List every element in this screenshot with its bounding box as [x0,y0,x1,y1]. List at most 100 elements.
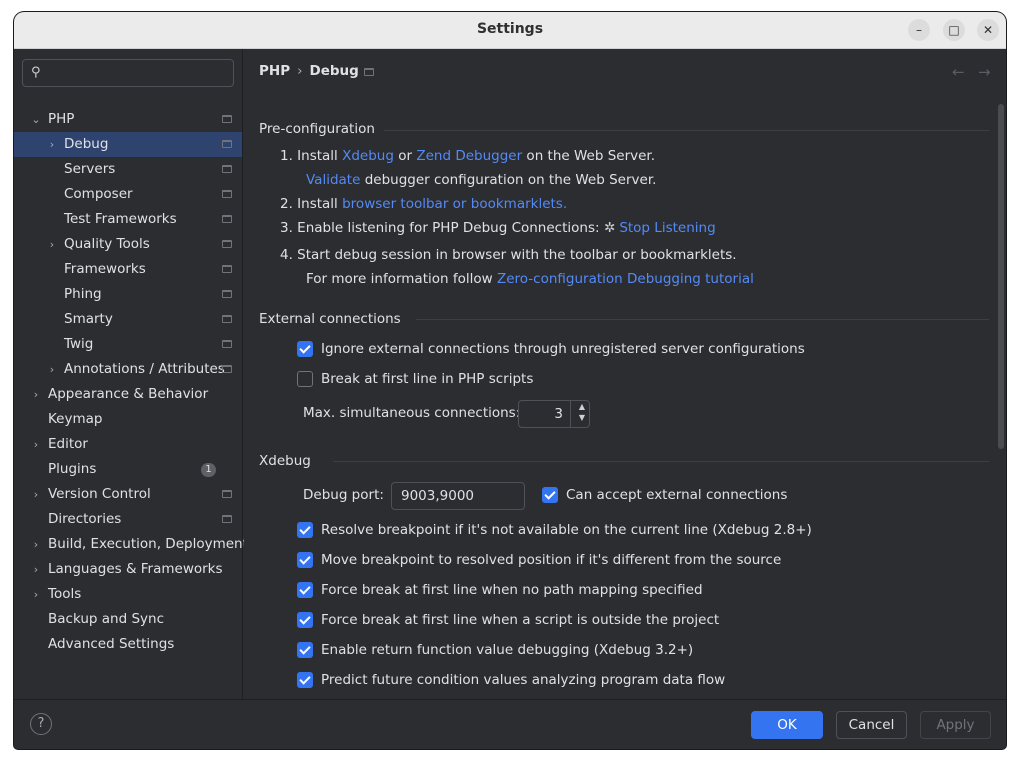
project-level-icon [222,340,232,348]
close-button[interactable]: ✕ [977,19,999,41]
xdebug-option-checkbox[interactable] [297,582,313,598]
section-divider [416,319,989,320]
sidebar-item[interactable]: › Editor [14,432,242,457]
max-connections-value: 3 [554,406,563,422]
chevron-right-icon[interactable]: › [30,382,42,407]
chevron-right-icon[interactable]: › [46,357,58,382]
preconfig-line-1: 1. Install Xdebug or Zend Debugger on th… [280,148,655,164]
project-level-icon [222,315,232,323]
preconfig-line-6: For more information follow Zero-configu… [306,271,754,287]
sidebar-item[interactable]: Frameworks [14,257,242,282]
ignore-external-checkbox[interactable] [297,341,313,357]
browser-toolbar-link[interactable]: browser toolbar or bookmarklets. [342,196,567,212]
search-input[interactable] [51,64,227,82]
project-level-icon [222,290,232,298]
help-button[interactable]: ? [30,713,52,735]
sidebar-item[interactable]: Servers [14,157,242,182]
minimize-button[interactable]: – [908,19,930,41]
zend-debugger-link[interactable]: Zend Debugger [416,148,522,164]
dialog-footer: ? OK Cancel Apply [14,699,1006,749]
chevron-right-icon[interactable]: › [46,132,58,157]
chevron-right-icon[interactable]: › [46,232,58,257]
sidebar-item-label: Composer [64,186,133,202]
sidebar-item[interactable]: Test Frameworks [14,207,242,232]
section-divider [333,461,989,462]
preconfig-line-2: Validate debugger configuration on the W… [306,172,656,188]
sidebar-item[interactable]: Twig [14,332,242,357]
sidebar-item[interactable]: › Debug [14,132,242,157]
max-connections-spinner[interactable]: 3 ▲ ▼ [518,400,590,428]
maximize-icon: □ [948,23,960,37]
xdebug-link[interactable]: Xdebug [342,148,394,164]
chevron-right-icon[interactable]: › [30,557,42,582]
project-level-icon [364,68,374,76]
zero-config-tutorial-link[interactable]: Zero-configuration Debugging tutorial [497,271,754,287]
sidebar-item[interactable]: Advanced Settings [14,632,242,657]
accept-external-checkbox[interactable] [542,487,558,503]
search-box[interactable]: ⚲ [22,59,234,87]
xdebug-option-label: Force break at first line when a script … [321,612,720,628]
ignore-external-label: Ignore external connections through unre… [321,341,805,357]
xdebug-option-checkbox[interactable] [297,612,313,628]
breadcrumb-parent[interactable]: PHP [259,63,290,79]
sidebar-item-label: Frameworks [64,261,146,277]
stop-listening-link[interactable]: Stop Listening [619,220,715,236]
back-arrow-icon[interactable]: ← [952,63,965,81]
spinner-down-icon[interactable]: ▼ [579,413,585,422]
breadcrumb: PHP › Debug [259,63,359,79]
xdebug-option-label: Resolve breakpoint if it's not available… [321,522,812,538]
ok-button[interactable]: OK [751,711,823,739]
chevron-right-icon[interactable]: › [30,532,42,557]
chevron-down-icon[interactable]: ⌄ [30,107,42,132]
sidebar-item[interactable]: › Appearance & Behavior [14,382,242,407]
sidebar-item[interactable]: Directories [14,507,242,532]
xdebug-option-checkbox[interactable] [297,642,313,658]
sidebar-item-label: Appearance & Behavior [48,386,209,402]
validate-link[interactable]: Validate [306,172,360,188]
forward-arrow-icon[interactable]: → [978,63,991,81]
spinner-up-icon[interactable]: ▲ [579,402,585,411]
preconfig-line-3: 2. Install browser toolbar or bookmarkle… [280,196,567,212]
maximize-button[interactable]: □ [943,19,965,41]
preconfig-text: 2. Install [280,196,343,212]
sidebar-item[interactable]: ⌄ PHP [14,107,242,132]
sidebar-item[interactable]: › Annotations / Attributes [14,357,242,382]
vertical-scrollbar[interactable] [998,104,1004,449]
sidebar-item[interactable]: Smarty [14,307,242,332]
sidebar-item[interactable]: › Tools [14,582,242,607]
break-first-line-checkbox[interactable] [297,371,313,387]
sidebar-item-label: Languages & Frameworks [48,561,223,577]
sidebar-item[interactable]: › Build, Execution, Deployment [14,532,248,557]
sidebar-item[interactable]: Plugins 1 [14,457,242,482]
apply-button[interactable]: Apply [920,711,991,739]
debug-port-input[interactable]: 9003,9000 [391,482,525,510]
minimize-icon: – [916,23,922,37]
project-level-icon [222,165,232,173]
accept-external-label: Can accept external connections [566,487,788,503]
xdebug-option-checkbox[interactable] [297,672,313,688]
window-title: Settings [476,21,544,37]
xdebug-option-checkbox[interactable] [297,552,313,568]
chevron-right-icon[interactable]: › [30,432,42,457]
sidebar-item-label: Directories [48,511,122,527]
title-bar: Settings – □ ✕ [14,12,1006,49]
sidebar-item[interactable]: Composer [14,182,242,207]
chevron-right-icon[interactable]: › [30,482,42,507]
sidebar-item-label: Servers [64,161,116,177]
chevron-right-icon[interactable]: › [30,582,42,607]
sidebar-item-label: Debug [64,136,109,152]
sidebar-item[interactable]: Backup and Sync [14,607,242,632]
sidebar-item[interactable]: › Languages & Frameworks [14,557,242,582]
sidebar-item-label: PHP [48,111,75,127]
external-connections-title: External connections [259,311,401,327]
stop-listening-control[interactable]: ✲ Stop Listening [604,220,716,236]
sidebar-item[interactable]: Keymap [14,407,242,432]
sidebar-item[interactable]: › Quality Tools [14,232,242,257]
sidebar-item[interactable]: Phing [14,282,242,307]
cancel-button[interactable]: Cancel [836,711,907,739]
break-first-line-label: Break at first line in PHP scripts [321,371,534,387]
sidebar-item[interactable]: › Version Control [14,482,242,507]
xdebug-option-checkbox[interactable] [297,522,313,538]
spinner-divider [570,401,571,427]
preconfig-line-4: 3. Enable listening for PHP Debug Connec… [280,220,600,236]
